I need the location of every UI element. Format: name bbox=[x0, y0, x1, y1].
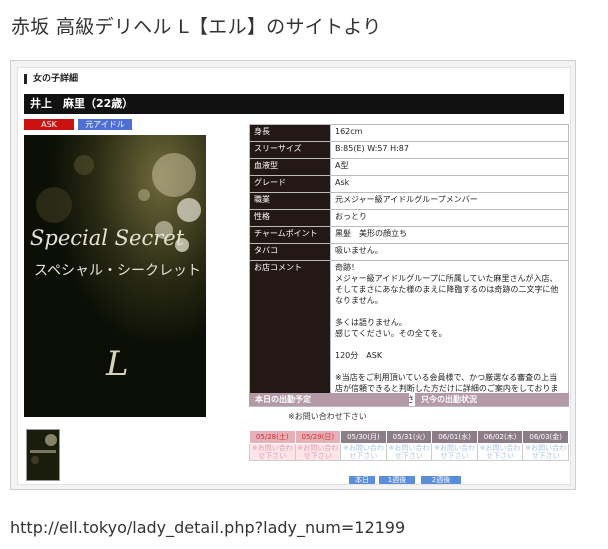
profile-row: 職業 元メジャー級アイドルグループメンバー bbox=[249, 192, 569, 210]
schedule-date: 05/30(月) bbox=[340, 430, 387, 444]
profile-label: チャームポイント bbox=[249, 226, 331, 244]
profile-value: 奇跡！ メジャー級アイドルグループに所属していた麻里さんが入店、そしてまさにあな… bbox=[330, 260, 569, 407]
schedule-cell: ※お問い合わせ下さい bbox=[476, 443, 524, 461]
profile-label: 性格 bbox=[249, 209, 331, 227]
schedule-cell: ※お問い合わせ下さい bbox=[249, 443, 296, 461]
profile-row: スリーサイズ B:85(E) W:57 H:87 bbox=[249, 141, 569, 159]
lady-name-bar: 井上 麻里（22歳） bbox=[24, 94, 564, 114]
badge-ask: ASK bbox=[24, 119, 74, 130]
weekly-schedule-table: 05/28(土) 05/29(日) 05/30(月) 05/31(火) 06/01(水)… bbox=[249, 430, 569, 461]
profile-label: タバコ bbox=[249, 243, 331, 261]
profile-label: スリーサイズ bbox=[249, 141, 331, 159]
lady-detail-panel: 女の子詳細 井上 麻里（22歳） ASK 元アイドル Special Secre… bbox=[17, 67, 571, 485]
profile-value: A型 bbox=[330, 158, 569, 176]
schedule-date: 05/31(火) bbox=[385, 430, 433, 444]
schedule-cell: ※お問い合わせ下さい bbox=[385, 443, 433, 461]
photo-logo: L bbox=[105, 344, 129, 384]
schedule-date: 06/03(金) bbox=[522, 430, 569, 444]
photo-thumbnail[interactable] bbox=[26, 429, 60, 481]
section-heading: 女の子詳細 bbox=[24, 74, 78, 84]
profile-table: 身長 162cm スリーサイズ B:85(E) W:57 H:87 血液型 A型 グレード A… bbox=[249, 124, 569, 407]
source-url: http://ell.tokyo/lady_detail.php?lady_nu… bbox=[10, 518, 406, 537]
profile-row: タバコ 吸いません。 bbox=[249, 243, 569, 261]
profile-row: グレード Ask bbox=[249, 175, 569, 193]
profile-value: 162cm bbox=[330, 124, 569, 142]
badge-former-idol: 元アイドル bbox=[78, 119, 132, 130]
profile-value: 黒髪 美形の顔立ち bbox=[330, 226, 569, 244]
profile-label: 血液型 bbox=[249, 158, 331, 176]
screenshot-frame: 女の子詳細 井上 麻里（22歳） ASK 元アイドル Special Secre… bbox=[10, 60, 576, 490]
profile-label: 身長 bbox=[249, 124, 331, 142]
profile-row: 性格 おっとり bbox=[249, 209, 569, 227]
schedule-cell: ※お問い合わせ下さい bbox=[340, 443, 387, 461]
profile-value: 吸いません。 bbox=[330, 243, 569, 261]
profile-row: 血液型 A型 bbox=[249, 158, 569, 176]
schedule-cell: ※お問い合わせ下さい bbox=[431, 443, 478, 461]
profile-value: 元メジャー級アイドルグループメンバー bbox=[330, 192, 569, 210]
post-title: 赤坂 高級デリヘル L【エル】のサイトより bbox=[11, 16, 382, 38]
profile-row: 身長 162cm bbox=[249, 124, 569, 142]
profile-label: 職業 bbox=[249, 192, 331, 210]
profile-photo[interactable]: Special Secret スペシャル・シークレット L bbox=[24, 135, 206, 417]
profile-label: お店コメント bbox=[249, 260, 331, 407]
schedule-date: 06/01(水) bbox=[431, 430, 478, 444]
profile-value: Ask bbox=[330, 175, 569, 193]
schedule-date: 06/02(木) bbox=[476, 430, 524, 444]
schedule-cell: ※お問い合わせ下さい bbox=[522, 443, 569, 461]
one-week-later-button[interactable]: 1週後 bbox=[379, 476, 415, 484]
profile-row: チャームポイント 黒髪 美形の顔立ち bbox=[249, 226, 569, 244]
profile-row: お店コメント 奇跡！ メジャー級アイドルグループに所属していた麻里さんが入店、そし… bbox=[249, 260, 569, 407]
two-weeks-later-button[interactable]: 2週後 bbox=[421, 476, 461, 484]
contact-note: ※お問い合わせ下さい bbox=[288, 412, 367, 421]
schedule-date: 05/29(日) bbox=[294, 430, 342, 444]
today-button[interactable]: 本日 bbox=[349, 476, 375, 484]
schedule-date: 05/28(土) bbox=[249, 430, 296, 444]
today-schedule-header: 本日の出勤予定 bbox=[249, 393, 409, 406]
profile-label: グレード bbox=[249, 175, 331, 193]
schedule-cell: ※お問い合わせ下さい bbox=[294, 443, 342, 461]
photo-text-en: Special Secret bbox=[30, 226, 185, 250]
photo-text-jp: スペシャル・シークレット bbox=[34, 263, 201, 279]
profile-value: おっとり bbox=[330, 209, 569, 227]
profile-value: B:85(E) W:57 H:87 bbox=[330, 141, 569, 159]
thumbnail-image bbox=[27, 430, 59, 480]
current-status-header: 只今の出勤状況 bbox=[415, 393, 569, 406]
photo-image: Special Secret スペシャル・シークレット L bbox=[24, 135, 206, 417]
